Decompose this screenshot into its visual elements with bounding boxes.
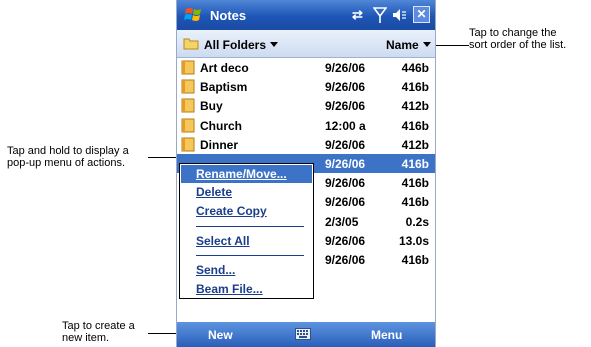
note-icon [181, 60, 195, 75]
menu-item-beam-file-label: Beam File... [196, 282, 263, 296]
callout-hold-line1: Tap and hold to display a [7, 145, 129, 157]
sort-dropdown-label: Name [386, 38, 419, 52]
softkey-bar: New Menu [177, 322, 435, 347]
folder-dropdown-label: All Folders [204, 38, 267, 52]
callout-create: Tap to create a new item. [62, 320, 135, 344]
menu-item-create-copy-label: Create Copy [196, 204, 267, 218]
list-item[interactable]: Dinner 9/26/06 412b [177, 135, 435, 154]
note-size: 416b [401, 195, 429, 210]
note-date: 9/26/06 [325, 137, 366, 152]
callout-hold-line2: pop-up menu of actions. [7, 157, 126, 169]
menu-item-beam-file[interactable]: Beam File... [196, 282, 263, 296]
title-bar: Notes ⇄ ✕ [177, 0, 435, 30]
note-icon [181, 98, 195, 113]
note-size: 412b [401, 137, 429, 152]
close-icon[interactable]: ✕ [413, 6, 430, 23]
note-name: Church [200, 118, 242, 133]
chevron-down-icon [422, 42, 431, 47]
note-date: 9/26/06 [325, 176, 366, 191]
note-date: 9/26/06 [325, 233, 366, 248]
note-icon [181, 79, 195, 94]
chevron-down-icon [270, 42, 279, 47]
callout-create-line1: Tap to create a [62, 320, 135, 332]
menu-item-delete-label: Delete [196, 185, 233, 199]
note-name: Dinner [200, 137, 239, 152]
note-size: 416b [401, 80, 429, 95]
callout-sort-line1: Tap to change the [469, 27, 557, 39]
note-size: 446b [401, 61, 429, 75]
keyboard-icon[interactable] [295, 328, 311, 340]
note-name: Buy [200, 99, 223, 114]
sort-dropdown[interactable]: Name [386, 38, 431, 52]
note-icon [181, 137, 195, 152]
folder-dropdown[interactable]: All Folders [204, 38, 279, 52]
note-size: 0.2s [405, 214, 429, 229]
menu-item-delete[interactable]: Delete [196, 185, 232, 199]
menu-item-rename-move-label: Rename/Move... [196, 167, 287, 181]
note-size: 416b [401, 156, 429, 171]
connectivity-icon[interactable]: ⇄ [352, 6, 363, 24]
menu-item-create-copy[interactable]: Create Copy [196, 204, 267, 218]
callout-sort-line2: sort order of the list. [469, 39, 567, 51]
menu-button[interactable]: Menu [371, 328, 402, 342]
folder-sort-bar: All Folders Name [177, 30, 435, 58]
windows-start-icon[interactable] [184, 6, 204, 24]
callout-create-line2: new item. [62, 332, 110, 344]
note-size: 416b [401, 252, 429, 267]
callout-sort: Tap to change the sort order of the list… [469, 27, 566, 51]
note-date: 9/26/06 [325, 99, 366, 114]
note-date: 2/3/05 [325, 214, 359, 229]
context-menu: Rename/Move... Delete Create Copy Select… [179, 163, 314, 299]
menu-item-select-all[interactable]: Select All [196, 234, 250, 248]
menu-item-send-label: Send... [196, 263, 236, 277]
list-item[interactable]: Baptism 9/26/06 416b [177, 77, 435, 96]
note-size: 416b [401, 118, 429, 133]
note-size: 13.0s [398, 233, 429, 248]
volume-icon[interactable] [391, 6, 407, 24]
note-date: 9/26/06 [325, 61, 366, 75]
app-title: Notes [210, 8, 247, 23]
signal-icon[interactable] [373, 6, 387, 24]
note-date: 9/26/06 [325, 252, 366, 267]
list-item[interactable]: Art deco 9/26/06 446b [177, 58, 435, 77]
menu-separator [196, 255, 304, 256]
note-date: 9/26/06 [325, 80, 366, 95]
list-item[interactable]: Church 12:00 a 416b [177, 116, 435, 135]
menu-item-select-all-label: Select All [196, 234, 250, 248]
list-item[interactable]: Buy 9/26/06 412b [177, 96, 435, 115]
note-size: 412b [401, 99, 429, 114]
callout-hold: Tap and hold to display a pop-up menu of… [7, 145, 129, 169]
note-date: 9/26/06 [325, 195, 366, 210]
menu-item-send[interactable]: Send... [196, 263, 235, 277]
note-size: 416b [401, 176, 429, 191]
note-date: 9/26/06 [325, 156, 366, 171]
note-icon [181, 118, 195, 133]
folder-icon [183, 38, 199, 50]
note-name: Art deco [200, 61, 249, 75]
new-button[interactable]: New [208, 328, 233, 342]
menu-item-rename-move[interactable]: Rename/Move... [181, 165, 312, 183]
note-name: Baptism [200, 80, 248, 95]
menu-separator [196, 226, 304, 227]
note-date: 12:00 a [325, 118, 366, 133]
